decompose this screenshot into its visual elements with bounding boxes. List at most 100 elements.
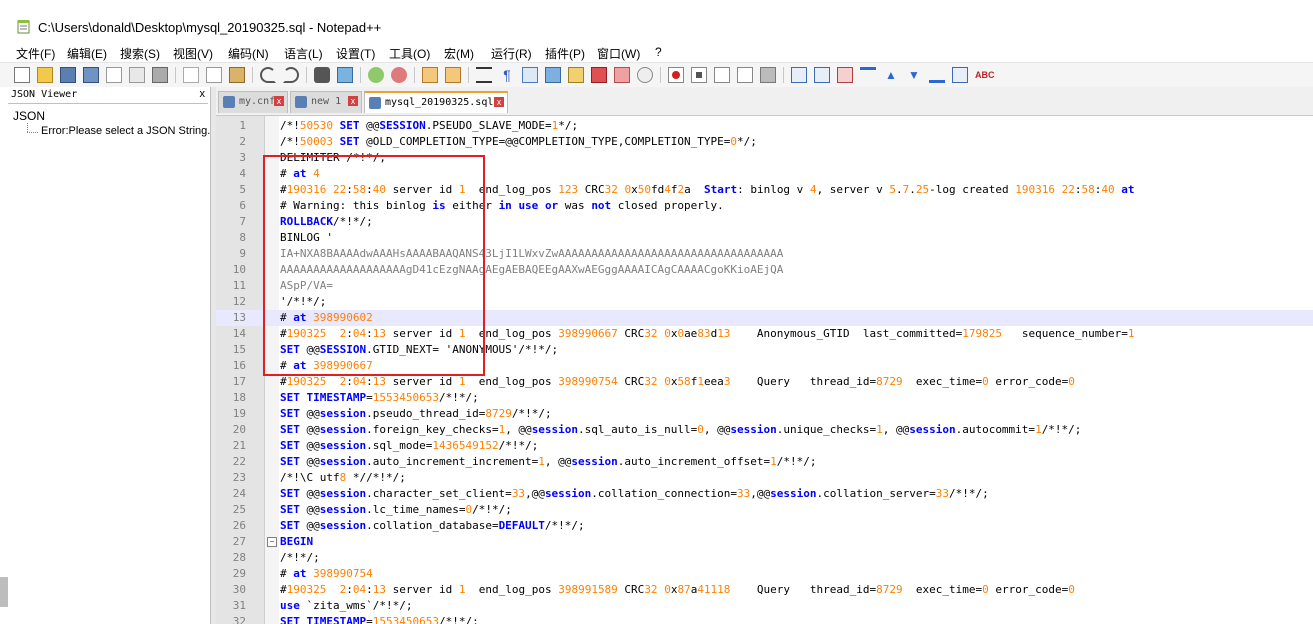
- tab-close-icon[interactable]: x: [494, 97, 504, 107]
- cut-icon[interactable]: [183, 67, 199, 83]
- code-line[interactable]: 15 SET @@SESSION.GTID_NEXT= 'ANONYMOUS'/*…: [216, 342, 1313, 358]
- replace-icon[interactable]: [337, 67, 353, 83]
- code-line[interactable]: 32 SET TIMESTAMP=1553450653/*!*/;: [216, 614, 1313, 624]
- json-tree-root[interactable]: JSON: [13, 109, 45, 123]
- collapse-top-icon[interactable]: [860, 67, 876, 83]
- sync-horizontal-icon[interactable]: [445, 67, 461, 83]
- new-file-icon[interactable]: [14, 67, 30, 83]
- code-line[interactable]: 14 #190325 2:04:13 server id 1 end_log_po…: [216, 326, 1313, 342]
- open-file-icon[interactable]: [37, 67, 53, 83]
- redo-icon[interactable]: [283, 67, 299, 83]
- tab-close-icon[interactable]: x: [348, 96, 358, 106]
- menu-run[interactable]: 运行(R): [491, 45, 532, 62]
- paste-icon[interactable]: [229, 67, 245, 83]
- menu-tools[interactable]: 工具(O): [389, 45, 430, 62]
- code-line[interactable]: 10 AAAAAAAAAAAAAAAAAAAgD41cEzgNAAgAEgAEBA…: [216, 262, 1313, 278]
- code-line[interactable]: 13 # at 398990602: [216, 310, 1313, 326]
- play-macro-icon[interactable]: [714, 67, 730, 83]
- menu-search[interactable]: 搜索(S): [120, 45, 160, 62]
- json-viewer-panel: JSON Viewer x JSON Error:Please select a…: [8, 87, 211, 624]
- code-line[interactable]: 29 # at 398990754: [216, 566, 1313, 582]
- close-all-icon[interactable]: [129, 67, 145, 83]
- code-line[interactable]: 4 # at 4: [216, 166, 1313, 182]
- code-line[interactable]: 6 # Warning: this binlog is either in use…: [216, 198, 1313, 214]
- code-line[interactable]: 24 SET @@session.character_set_client=33,…: [216, 486, 1313, 502]
- code-line[interactable]: 17 #190325 2:04:13 server id 1 end_log_po…: [216, 374, 1313, 390]
- code-line[interactable]: 8 BINLOG ': [216, 230, 1313, 246]
- code-line[interactable]: 12 '/*!*/;: [216, 294, 1313, 310]
- find-icon[interactable]: [314, 67, 330, 83]
- line-number: 18: [232, 391, 246, 404]
- code-line[interactable]: 19 SET @@session.pseudo_thread_id=8729/*!…: [216, 406, 1313, 422]
- monitoring-icon[interactable]: [637, 67, 653, 83]
- zoom-out-icon[interactable]: [391, 67, 407, 83]
- code-line[interactable]: 3 DELIMITER /*!*/;: [216, 150, 1313, 166]
- code-line[interactable]: 30 #190325 2:04:13 server id 1 end_log_po…: [216, 582, 1313, 598]
- sync-vertical-icon[interactable]: [422, 67, 438, 83]
- menu-help[interactable]: ?: [655, 45, 662, 59]
- code-line[interactable]: 31 use `zita_wms`/*!*/;: [216, 598, 1313, 614]
- code-line[interactable]: 23 /*!\C utf8 *//*!*/;: [216, 470, 1313, 486]
- code-line[interactable]: 5 #190316 22:58:40 server id 1 end_log_po…: [216, 182, 1313, 198]
- arrow-down-icon[interactable]: ▼: [906, 67, 922, 83]
- menu-plugins[interactable]: 插件(P): [545, 45, 585, 62]
- code-line[interactable]: 2 /*!50003 SET @OLD_COMPLETION_TYPE=@@COM…: [216, 134, 1313, 150]
- save-all-icon[interactable]: [83, 67, 99, 83]
- menu-file[interactable]: 文件(F): [16, 45, 55, 62]
- code-line[interactable]: 11 ASpP/VA=: [216, 278, 1313, 294]
- code-line[interactable]: 21 SET @@session.sql_mode=1436549152/*!*/…: [216, 438, 1313, 454]
- fold-toggle-icon[interactable]: −: [267, 537, 277, 547]
- spell-check-icon[interactable]: ABC: [975, 67, 995, 83]
- code-line[interactable]: 1 /*!50530 SET @@SESSION.PSEUDO_SLAVE_MOD…: [216, 118, 1313, 134]
- code-line[interactable]: 25 SET @@session.lc_time_names=0/*!*/;: [216, 502, 1313, 518]
- show-all-characters-icon[interactable]: ¶: [499, 67, 515, 83]
- plugin-icon-2[interactable]: [814, 67, 830, 83]
- indent-guide-icon[interactable]: [522, 67, 538, 83]
- code-line[interactable]: 16 # at 398990667: [216, 358, 1313, 374]
- json-viewer-close-icon[interactable]: x: [200, 88, 206, 100]
- menu-macro[interactable]: 宏(M): [444, 45, 474, 62]
- code-line[interactable]: 7 ROLLBACK/*!*/;: [216, 214, 1313, 230]
- code-line[interactable]: 20 SET @@session.foreign_key_checks=1, @@…: [216, 422, 1313, 438]
- zoom-in-icon[interactable]: [368, 67, 384, 83]
- close-file-icon[interactable]: [106, 67, 122, 83]
- function-list-icon[interactable]: [591, 67, 607, 83]
- plugin-icon-1[interactable]: [791, 67, 807, 83]
- code-line[interactable]: 27 − BEGIN: [216, 534, 1313, 550]
- run-macro-multiple-icon[interactable]: [737, 67, 753, 83]
- copy-icon[interactable]: [206, 67, 222, 83]
- arrow-up-icon[interactable]: ▲: [883, 67, 899, 83]
- user-defined-language-icon[interactable]: [545, 67, 561, 83]
- save-macro-icon[interactable]: [760, 67, 776, 83]
- code-editor[interactable]: 1 /*!50530 SET @@SESSION.PSEUDO_SLAVE_MOD…: [216, 116, 1313, 624]
- folder-as-workspace-icon[interactable]: [614, 67, 630, 83]
- stop-macro-icon[interactable]: [691, 67, 707, 83]
- code-line[interactable]: 9 IA+NXA8BAAAAdwAAAHsAAAABAAQANS43LjI1LWx…: [216, 246, 1313, 262]
- tab-new-1[interactable]: new 1 x: [290, 91, 362, 113]
- collapse-bottom-icon[interactable]: [929, 67, 945, 83]
- code-line[interactable]: 28 /*!*/;: [216, 550, 1313, 566]
- line-number: 23: [232, 471, 246, 484]
- code-line[interactable]: 18 SET TIMESTAMP=1553450653/*!*/;: [216, 390, 1313, 406]
- undo-icon[interactable]: [260, 67, 276, 83]
- menu-language[interactable]: 语言(L): [284, 45, 323, 62]
- record-macro-icon[interactable]: [668, 67, 684, 83]
- compare-icon[interactable]: [952, 67, 968, 83]
- code-line[interactable]: 22 SET @@session.auto_increment_increment…: [216, 454, 1313, 470]
- plugin-icon-3[interactable]: [837, 67, 853, 83]
- code-line[interactable]: 26 SET @@session.collation_database=DEFAU…: [216, 518, 1313, 534]
- save-icon[interactable]: [60, 67, 76, 83]
- json-tree-error[interactable]: Error:Please select a JSON String.: [41, 125, 210, 137]
- menu-view[interactable]: 视图(V): [173, 45, 213, 62]
- tab-mysql-sql[interactable]: mysql_20190325.sql x: [364, 91, 508, 113]
- tab-my-cnf[interactable]: my.cnf x: [218, 91, 288, 113]
- menu-window[interactable]: 窗口(W): [597, 45, 640, 62]
- menu-settings[interactable]: 设置(T): [336, 45, 375, 62]
- menu-encoding[interactable]: 编码(N): [228, 45, 269, 62]
- word-wrap-icon[interactable]: [476, 67, 492, 83]
- line-number: 30: [232, 583, 246, 596]
- document-map-icon[interactable]: [568, 67, 584, 83]
- menu-edit[interactable]: 编辑(E): [67, 45, 107, 62]
- print-icon[interactable]: [152, 67, 168, 83]
- tab-close-icon[interactable]: x: [274, 96, 284, 106]
